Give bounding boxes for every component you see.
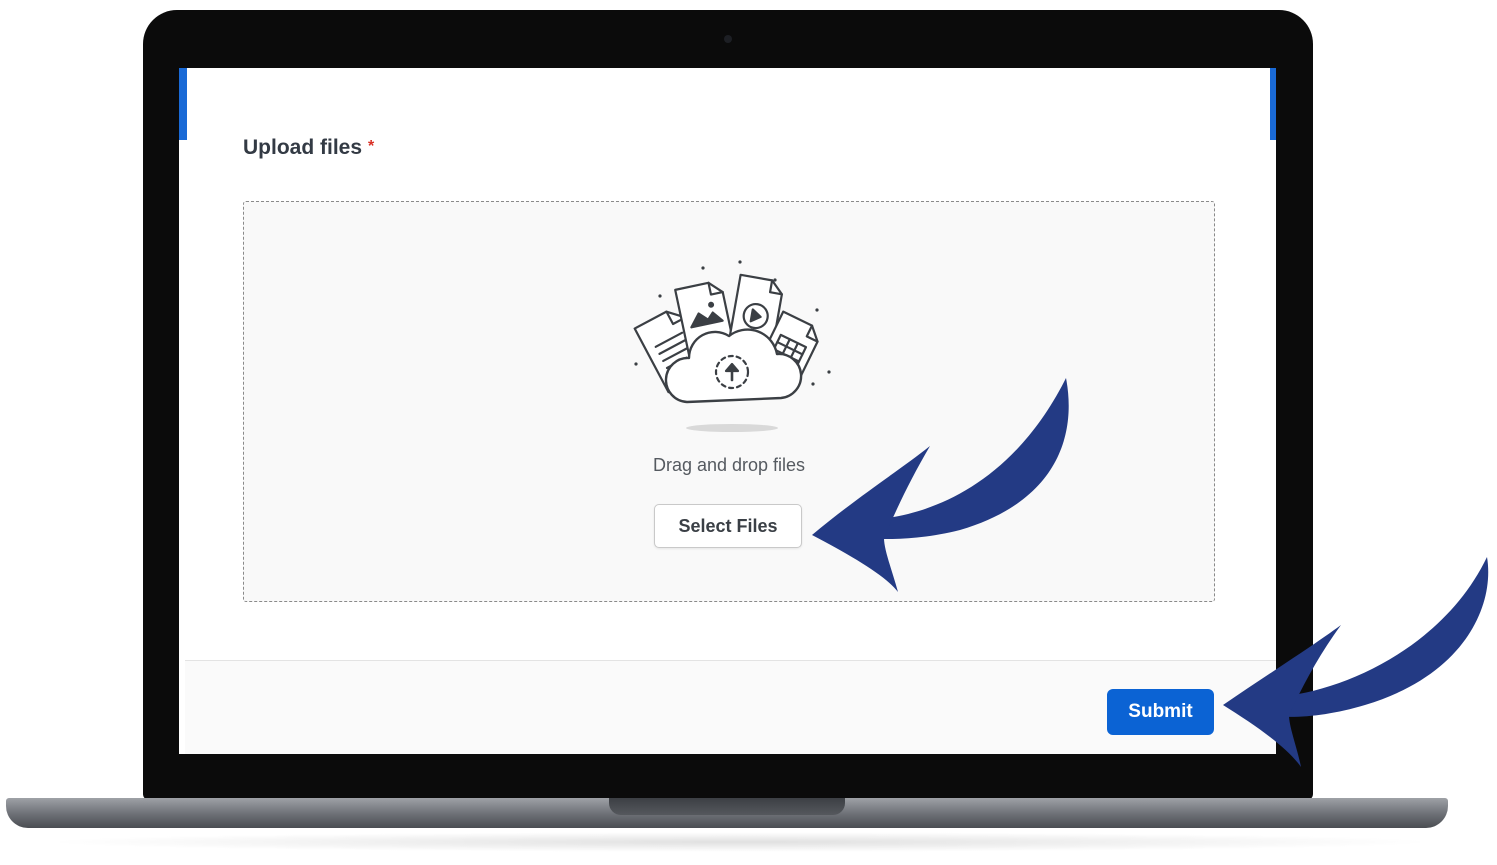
upload-files-label: Upload files * bbox=[243, 136, 374, 160]
laptop-notch bbox=[609, 798, 845, 815]
arrow-to-select-files bbox=[812, 378, 1069, 592]
submit-button[interactable]: Submit bbox=[1107, 689, 1214, 735]
accent-bar-right bbox=[1270, 68, 1276, 140]
select-files-button[interactable]: Select Files bbox=[654, 504, 802, 548]
laptop-mockup: Upload files * Drag and drop files Selec… bbox=[0, 0, 1497, 865]
accent-bar-left bbox=[179, 68, 187, 140]
arrow-to-submit bbox=[1223, 557, 1489, 767]
screen: Upload files * Drag and drop files Selec… bbox=[179, 68, 1276, 754]
camera-icon bbox=[724, 35, 732, 43]
required-marker: * bbox=[368, 138, 375, 155]
upload-files-label-text: Upload files bbox=[243, 136, 363, 159]
laptop-shadow bbox=[40, 832, 1440, 852]
